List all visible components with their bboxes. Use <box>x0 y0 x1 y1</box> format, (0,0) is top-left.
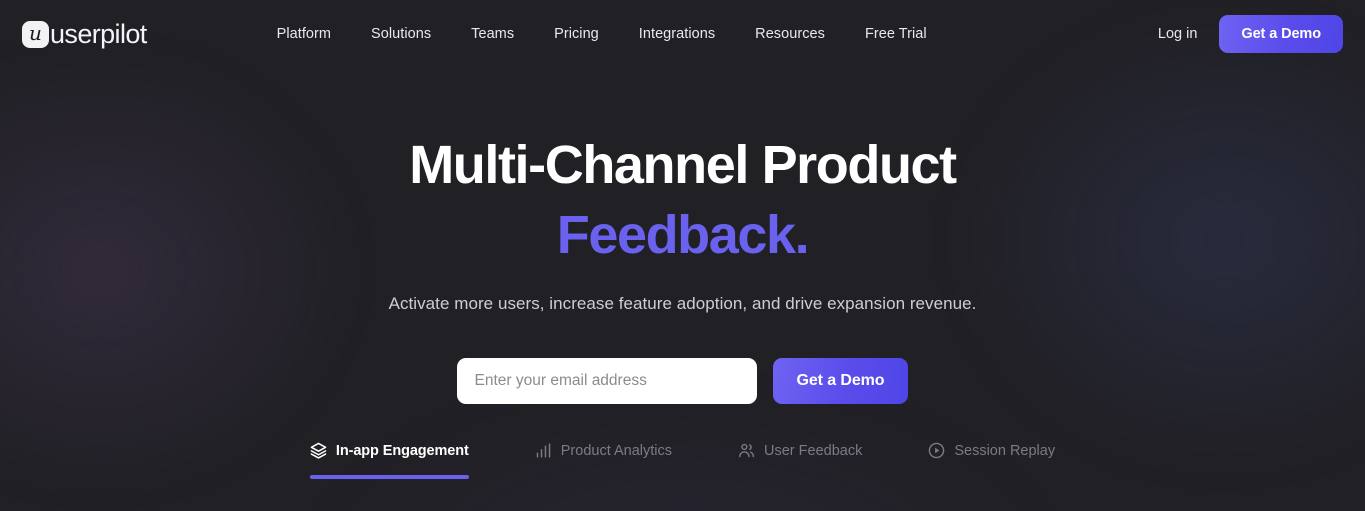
tab-user-feedback[interactable]: User Feedback <box>738 442 862 479</box>
nav-item-solutions[interactable]: Solutions <box>351 18 451 50</box>
tab-label-product-analytics: Product Analytics <box>560 442 672 459</box>
userpilot-logo[interactable]: u userpilot <box>22 18 147 49</box>
login-link[interactable]: Log in <box>1158 26 1198 42</box>
hero-heading-line-1: Multi-Channel Product <box>409 135 957 195</box>
page-title: Multi-Channel Product Feedback. <box>0 130 1365 270</box>
tab-label-user-feedback: User Feedback <box>764 442 863 459</box>
nav-item-integrations[interactable]: Integrations <box>619 18 735 50</box>
nav-item-pricing[interactable]: Pricing <box>534 18 619 50</box>
tab-label-in-app-engagement: In-app Engagement <box>335 442 469 459</box>
hero-get-a-demo-button[interactable]: Get a Demo <box>772 358 909 405</box>
nav-item-teams[interactable]: Teams <box>451 18 534 50</box>
tab-in-app-engagement[interactable]: In-app Engagement <box>309 442 469 480</box>
top-navigation-bar: u userpilot Platform Solutions Teams Pri… <box>0 0 1365 68</box>
nav-get-a-demo-button[interactable]: Get a Demo <box>1219 15 1343 53</box>
nav-actions: Log in Get a Demo <box>1158 15 1343 53</box>
users-icon <box>738 442 755 459</box>
logo-badge-letter: u <box>29 21 42 45</box>
nav-item-platform[interactable]: Platform <box>257 18 351 50</box>
hero-heading-line-2: Feedback. <box>556 205 810 266</box>
tab-label-session-replay: Session Replay <box>954 442 1056 459</box>
primary-nav-links: Platform Solutions Teams Pricing Integra… <box>257 18 947 50</box>
email-input[interactable] <box>456 358 757 405</box>
layers-icon <box>310 442 327 460</box>
play-circle-icon <box>928 442 945 459</box>
logo-wordmark: userpilot <box>50 18 147 49</box>
nav-item-resources[interactable]: Resources <box>735 18 845 50</box>
tab-product-analytics[interactable]: Product Analytics <box>535 442 672 479</box>
demo-signup-form: Get a Demo <box>0 358 1365 405</box>
logo-badge-icon: u <box>22 20 49 48</box>
hero-subtitle: Activate more users, increase feature ad… <box>388 294 977 314</box>
hero-section: Multi-Channel Product Feedback. Activate… <box>0 68 1365 480</box>
nav-item-free-trial[interactable]: Free Trial <box>845 18 947 50</box>
tab-session-replay[interactable]: Session Replay <box>928 442 1055 479</box>
bar-chart-icon <box>535 442 552 459</box>
page-root: u userpilot Platform Solutions Teams Pri… <box>0 0 1365 480</box>
feature-tab-strip: In-app Engagement Product Analytics User… <box>0 442 1365 480</box>
